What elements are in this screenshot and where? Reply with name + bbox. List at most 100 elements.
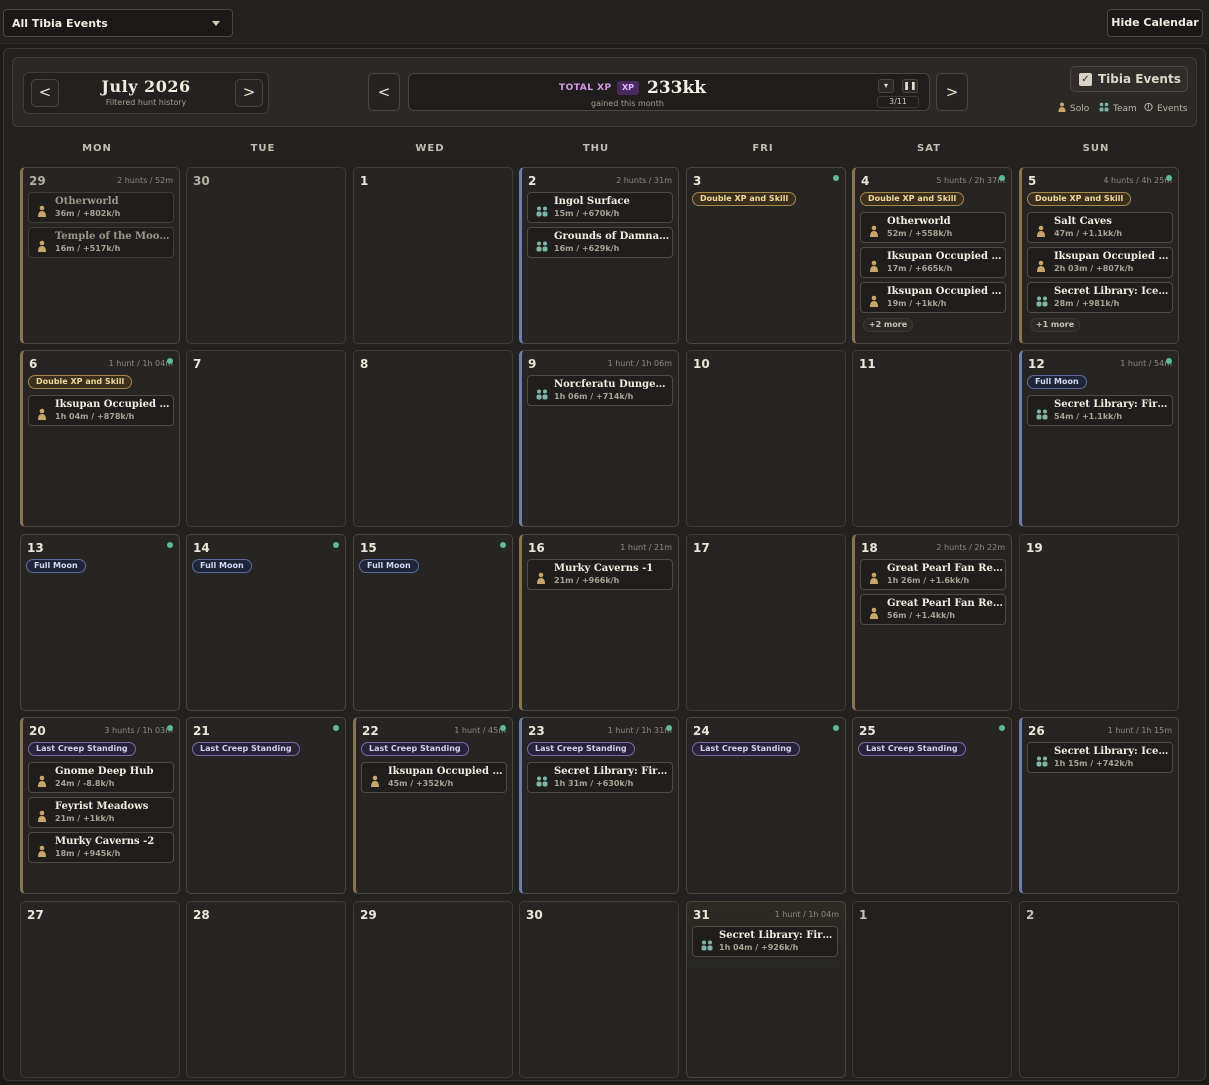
xp-next-button[interactable]: > [936,73,968,111]
hunt-entry[interactable]: Feyrist Meadows 21m / +1kk/h [28,797,174,828]
hunt-entry[interactable]: Iksupan Occupied Area 19m / +1kk/h [860,282,1006,313]
hunt-stats: 16m / +517k/h [55,244,121,253]
event-badge[interactable]: Full Moon [26,559,86,573]
hunt-entry[interactable]: Iksupan Occupied Area 2h 03m / +807k/h [1027,247,1173,278]
event-badge[interactable]: Last Creep Standing [28,742,136,756]
chevron-down-icon [212,21,220,26]
day-number: 19 [1026,541,1043,555]
event-badge[interactable]: Double XP and Skill [28,375,133,389]
day-cell[interactable]: 19 [1019,534,1179,711]
xp-prev-button[interactable]: < [368,73,400,111]
event-badge[interactable]: Last Creep Standing [858,742,966,756]
hunt-entry[interactable]: Iksupan Occupied Area 45m / +352k/h [361,762,507,793]
day-summary: 1 hunt / 1h 04m [108,359,173,368]
hunt-entry[interactable]: Otherworld 52m / +558k/h [860,212,1006,243]
hunt-entry[interactable]: Gnome Deep Hub 24m / -8.8k/h [28,762,174,793]
day-cell[interactable]: 30 [186,167,346,344]
day-cell[interactable]: 17 [686,534,846,711]
more-hunts-button[interactable]: +1 more [1030,318,1080,332]
hunt-entry[interactable]: Ingol Surface 15m / +670k/h [527,192,673,223]
tibia-events-toggle[interactable]: ✓ Tibia Events [1070,66,1188,92]
hunt-entry[interactable]: Secret Library: Ice Section 1h 15m / +742… [1027,742,1173,773]
day-summary: 1 hunt / 1h 31m [607,726,672,735]
event-badge[interactable]: Double XP and Skill [692,192,797,206]
day-cell[interactable]: 28 [186,901,346,1078]
event-badge[interactable]: Last Creep Standing [192,742,300,756]
day-summary: 2 hunts / 31m [616,176,672,185]
solo-icon [869,604,881,619]
event-badge[interactable]: Full Moon [1027,375,1087,389]
hide-calendar-button[interactable]: Hide Calendar [1107,9,1203,37]
day-cell[interactable]: 3 Double XP and Skill [686,167,846,344]
hunt-entry[interactable]: Otherworld 36m / +802k/h [28,192,174,223]
event-badge[interactable]: Last Creep Standing [527,742,635,756]
xp-badge: XP [617,81,639,95]
hunt-entry[interactable]: Great Pearl Fan Reef 1h 26m / +1.6kk/h [860,559,1006,590]
dropdown-icon[interactable]: ▾ [878,79,894,93]
hunt-entry[interactable]: Salt Caves 47m / +1.1kk/h [1027,212,1173,243]
day-number: 21 [193,724,210,738]
day-cell[interactable]: 31 1 hunt / 1h 04m Secret Library: Fire Se… [686,901,846,1078]
hunt-name: Secret Library: Fire Section [1054,399,1170,410]
day-cell[interactable]: 7 [186,350,346,527]
event-badge[interactable]: Full Moon [359,559,419,573]
day-cell[interactable]: 2 2 hunts / 31m Ingol Surface 15m / +670k/h… [519,167,679,344]
day-cell[interactable]: 9 1 hunt / 1h 06m Norcferatu Dungeons 1h 06… [519,350,679,527]
day-cell[interactable]: 29 2 hunts / 52m Otherworld 36m / +802k/h Te… [20,167,180,344]
day-cell[interactable]: 11 [852,350,1012,527]
hunt-entry[interactable]: Secret Library: Fire Section 1h 04m / +92… [692,926,838,957]
day-cell[interactable]: 2 [1019,901,1179,1078]
day-cell[interactable]: 22 1 hunt / 45m Last Creep Standing Iksupan… [353,717,513,894]
event-badge[interactable]: Full Moon [192,559,252,573]
day-cell[interactable]: 14 Full Moon [186,534,346,711]
day-number: 7 [193,357,202,371]
day-number: 28 [193,908,210,922]
hunt-entry[interactable]: Murky Caverns -1 21m / +966k/h [527,559,673,590]
day-cell[interactable]: 6 1 hunt / 1h 04m Double XP and Skill Iksup… [20,350,180,527]
hunt-entry[interactable]: Secret Library: Fire Section 54m / +1.1kk… [1027,395,1173,426]
next-month-button[interactable]: > [235,79,263,107]
day-cell[interactable]: 30 [519,901,679,1078]
pause-icon[interactable]: ❚❚ [902,79,918,93]
event-filter-select[interactable]: All Tibia Events [3,9,233,37]
hunt-entry[interactable]: Norcferatu Dungeons 1h 06m / +714k/h [527,375,673,406]
day-cell[interactable]: 4 5 hunts / 2h 37m Double XP and Skill Othe… [852,167,1012,344]
hunt-name: Temple of the Moon Goddess [55,231,171,242]
day-cell[interactable]: 20 3 hunts / 1h 03m Last Creep Standing Gno… [20,717,180,894]
day-cell[interactable]: 1 [852,901,1012,1078]
day-cell[interactable]: 23 1 hunt / 1h 31m Last Creep Standing Secr… [519,717,679,894]
event-badge[interactable]: Double XP and Skill [1027,192,1132,206]
day-cell[interactable]: 26 1 hunt / 1h 15m Secret Library: Ice Sec… [1019,717,1179,894]
event-badge[interactable]: Last Creep Standing [361,742,469,756]
day-cell[interactable]: 12 1 hunt / 54m Full Moon Secret Library: F… [1019,350,1179,527]
day-cell[interactable]: 15 Full Moon [353,534,513,711]
hunt-entry[interactable]: Murky Caverns -2 18m / +945k/h [28,832,174,863]
hunt-entry[interactable]: Iksupan Occupied Area 1h 04m / +878k/h [28,395,174,426]
hunt-entry[interactable]: Great Pearl Fan Reef 56m / +1.4kk/h [860,594,1006,625]
day-cell[interactable]: 29 [353,901,513,1078]
day-cell[interactable]: 5 4 hunts / 4h 25m Double XP and Skill Salt… [1019,167,1179,344]
hunt-entry[interactable]: Grounds of Damnation 16m / +629k/h [527,227,673,258]
more-hunts-button[interactable]: +2 more [863,318,913,332]
day-cell[interactable]: 18 2 hunts / 2h 22m Great Pearl Fan Reef 1h… [852,534,1012,711]
day-cell[interactable]: 10 [686,350,846,527]
day-cell[interactable]: 8 [353,350,513,527]
hunt-entry[interactable]: Secret Library: Fire Section 1h 31m / +63… [527,762,673,793]
hunt-entry[interactable]: Secret Library: Ice Section 28m / +981k/h [1027,282,1173,313]
day-number: 13 [27,541,44,555]
hunt-entry[interactable]: Iksupan Occupied Area 17m / +665k/h [860,247,1006,278]
day-cell[interactable]: 27 [20,901,180,1078]
weekday-wed: WED [415,143,445,154]
day-cell[interactable]: 21 Last Creep Standing [186,717,346,894]
event-badge[interactable]: Double XP and Skill [860,192,965,206]
day-cell[interactable]: 16 1 hunt / 21m Murky Caverns -1 21m / +966… [519,534,679,711]
hunt-entry[interactable]: Temple of the Moon Goddess 16m / +517k/h [28,227,174,258]
day-cell[interactable]: 13 Full Moon [20,534,180,711]
day-cell[interactable]: 1 [353,167,513,344]
event-badge[interactable]: Last Creep Standing [692,742,800,756]
legend-team: Team [1113,104,1137,114]
hunt-stats: 1h 04m / +926k/h [719,943,799,952]
day-cell[interactable]: 24 Last Creep Standing [686,717,846,894]
day-cell[interactable]: 25 Last Creep Standing [852,717,1012,894]
prev-month-button[interactable]: < [31,79,59,107]
